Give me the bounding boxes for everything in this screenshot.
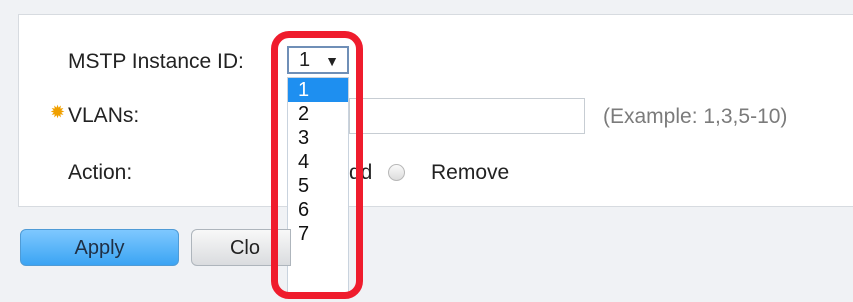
dropdown-option-6[interactable]: 6 [288, 198, 348, 222]
dropdown-option-1[interactable]: 1 [288, 78, 348, 102]
apply-button[interactable]: Apply [20, 229, 179, 266]
dropdown-option-7[interactable]: 7 [288, 222, 348, 246]
dropdown-option-4[interactable]: 4 [288, 150, 348, 174]
vlans-label: VLANs: [68, 104, 140, 127]
mstp-instance-label: MSTP Instance ID: [68, 50, 244, 73]
mstp-instance-select[interactable]: 1 ▼ [287, 46, 349, 74]
vlans-example-hint: (Example: 1,3,5-10) [603, 105, 788, 128]
dropdown-option-2[interactable]: 2 [288, 102, 348, 126]
action-label: Action: [68, 161, 133, 184]
close-button[interactable]: Clo [191, 229, 291, 266]
vlans-input[interactable] [349, 98, 585, 134]
caret-down-icon: ▼ [325, 53, 339, 69]
action-add-label: dd [349, 161, 373, 184]
radio-icon[interactable] [388, 164, 405, 181]
gear-icon: ✹ [49, 102, 66, 122]
mstp-instance-dropdown[interactable]: 1 2 3 4 5 6 7 [287, 77, 349, 293]
action-remove-label: Remove [431, 161, 510, 184]
dropdown-option-5[interactable]: 5 [288, 174, 348, 198]
mstp-instance-value: 1 [299, 48, 311, 71]
dropdown-option-3[interactable]: 3 [288, 126, 348, 150]
